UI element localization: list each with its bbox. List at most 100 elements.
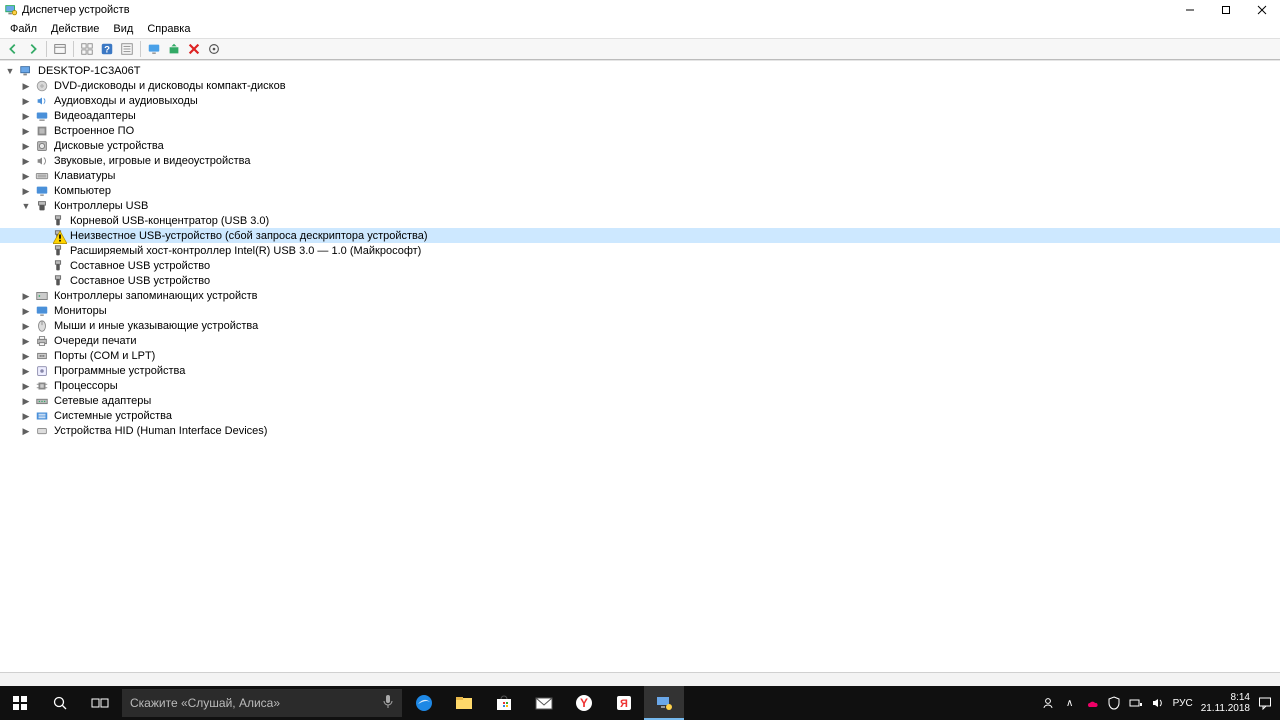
collapse-icon[interactable]: ▼ [4,65,16,77]
tree-item-ports[interactable]: ▶Порты (COM и LPT) [0,348,1280,363]
task-view-icon[interactable] [80,686,120,720]
expand-icon[interactable]: ▶ [20,365,32,377]
tree-item-usb[interactable]: ▼Контроллеры USB [0,198,1280,213]
forward-button[interactable] [24,40,42,58]
tree-item-mouse[interactable]: ▶ Мыши и иные указывающие устройства [0,318,1280,333]
maximize-button[interactable] [1208,0,1244,20]
tree-item-storage[interactable]: ▶Контроллеры запоминающих устройств [0,288,1280,303]
tray-security-icon[interactable] [1107,696,1121,710]
expand-icon[interactable]: ▶ [20,425,32,437]
close-button[interactable] [1244,0,1280,20]
tree-item-keyboard[interactable]: ▶Клавиатуры [0,168,1280,183]
tree-item-label: Процессоры [52,379,120,393]
app-store[interactable] [484,686,524,720]
expand-icon[interactable]: ▶ [20,410,32,422]
microphone-icon[interactable] [382,694,394,713]
expand-icon[interactable]: ▶ [20,110,32,122]
svg-text:?: ? [104,45,110,56]
taskbar: Y Я ∧ РУС 8:14 21.11.2018 [0,686,1280,720]
tray-clock[interactable]: 8:14 21.11.2018 [1201,692,1250,714]
grid-icon[interactable] [78,40,96,58]
tree-item-video[interactable]: ▶Видеоадаптеры [0,108,1280,123]
expand-icon[interactable]: ▶ [20,335,32,347]
tree-item-disk[interactable]: ▶Дисковые устройства [0,138,1280,153]
tree-item-printq[interactable]: ▶Очереди печати [0,333,1280,348]
expand-icon[interactable]: ▶ [20,320,32,332]
back-button[interactable] [4,40,22,58]
tree-item-root[interactable]: ▼DESKTOP-1C3A06T [0,63,1280,78]
minimize-button[interactable] [1172,0,1208,20]
scan-hardware-icon[interactable] [205,40,223,58]
uninstall-icon[interactable] [185,40,203,58]
help-icon[interactable]: ? [98,40,116,58]
expand-icon[interactable]: ▶ [20,80,32,92]
tree-item-firmware[interactable]: ▶Встроенное ПО [0,123,1280,138]
update-driver-icon[interactable] [165,40,183,58]
app-mail[interactable] [524,686,564,720]
device-tree[interactable]: ▼DESKTOP-1C3A06T ▶ DVD-дисководы и дисково… [0,60,1280,672]
expand-icon[interactable]: ▶ [20,125,32,137]
expand-icon[interactable]: ▶ [20,155,32,167]
voice-search-input[interactable] [130,696,394,710]
tree-item-system[interactable]: ▶Системные устройства [0,408,1280,423]
no-expand-icon [36,215,48,227]
expand-icon[interactable]: ▶ [20,395,32,407]
expand-icon[interactable]: ▶ [20,380,32,392]
tree-item-net[interactable]: ▶ Сетевые адаптеры [0,393,1280,408]
start-button[interactable] [0,686,40,720]
app-explorer[interactable] [444,686,484,720]
tree-item-computer[interactable]: ▶ Компьютер [0,183,1280,198]
no-expand-icon [36,245,48,257]
app-device-manager[interactable] [644,686,684,720]
collapse-icon[interactable]: ▼ [20,200,32,212]
expand-icon[interactable]: ▶ [20,140,32,152]
expand-icon[interactable]: ▶ [20,350,32,362]
tree-item-audio[interactable]: ▶Аудиовходы и аудиовыходы [0,93,1280,108]
menu-view[interactable]: Вид [107,22,139,36]
expand-icon[interactable]: ▶ [20,95,32,107]
tree-item-usb-hostctl[interactable]: Расширяемый хост-контроллер Intel(R) USB… [0,243,1280,258]
tray-onedrive-icon[interactable] [1085,696,1099,710]
people-icon[interactable] [1041,696,1055,710]
app-icon [4,3,18,17]
tray-network-icon[interactable] [1129,696,1143,710]
tree-item-software[interactable]: ▶Программные устройства [0,363,1280,378]
tree-item-usb-hub[interactable]: Корневой USB-концентратор (USB 3.0) [0,213,1280,228]
tree-item-label: Мыши и иные указывающие устройства [52,319,260,333]
tree-item-usb-unknown[interactable]: Неизвестное USB-устройство (сбой запроса… [0,228,1280,243]
tray-language[interactable]: РУС [1173,698,1193,709]
properties-icon[interactable] [118,40,136,58]
tray-chevron-icon[interactable]: ∧ [1063,696,1077,710]
app-edge[interactable] [404,686,444,720]
voice-search-box[interactable] [122,689,402,717]
menu-file[interactable]: Файл [4,22,43,36]
app-yandex-browser[interactable]: Я [604,686,644,720]
app-yandex[interactable]: Y [564,686,604,720]
expand-icon[interactable]: ▶ [20,305,32,317]
expand-icon[interactable]: ▶ [20,290,32,302]
search-icon[interactable] [40,686,80,720]
action-center-icon[interactable] [1258,696,1272,710]
svg-text:Y: Y [580,696,588,710]
tree-item-usb-comp2[interactable]: Составное USB устройство [0,273,1280,288]
tree-item-hid[interactable]: ▶ Устройства HID (Human Interface Devices… [0,423,1280,438]
show-hide-icon[interactable] [51,40,69,58]
tree-item-label: Сетевые адаптеры [52,394,153,408]
tree-item-label: Компьютер [52,184,113,198]
monitor-icon [35,304,49,318]
sound-icon [35,154,49,168]
monitor-icon[interactable] [145,40,163,58]
tray-volume-icon[interactable] [1151,696,1165,710]
tree-item-cpu[interactable]: ▶ Процессоры [0,378,1280,393]
tree-item-label: DVD-дисководы и дисководы компакт-дисков [52,79,288,93]
tree-item-label: Устройства HID (Human Interface Devices) [52,424,269,438]
expand-icon[interactable]: ▶ [20,170,32,182]
expand-icon[interactable]: ▶ [20,185,32,197]
menu-action[interactable]: Действие [45,22,105,36]
tree-item-dvd[interactable]: ▶ DVD-дисководы и дисководы компакт-диско… [0,78,1280,93]
tree-item-usb-comp1[interactable]: Составное USB устройство [0,258,1280,273]
tree-item-sound[interactable]: ▶Звуковые, игровые и видеоустройства [0,153,1280,168]
audio-icon [35,94,49,108]
menu-help[interactable]: Справка [141,22,196,36]
tree-item-monitor[interactable]: ▶Мониторы [0,303,1280,318]
